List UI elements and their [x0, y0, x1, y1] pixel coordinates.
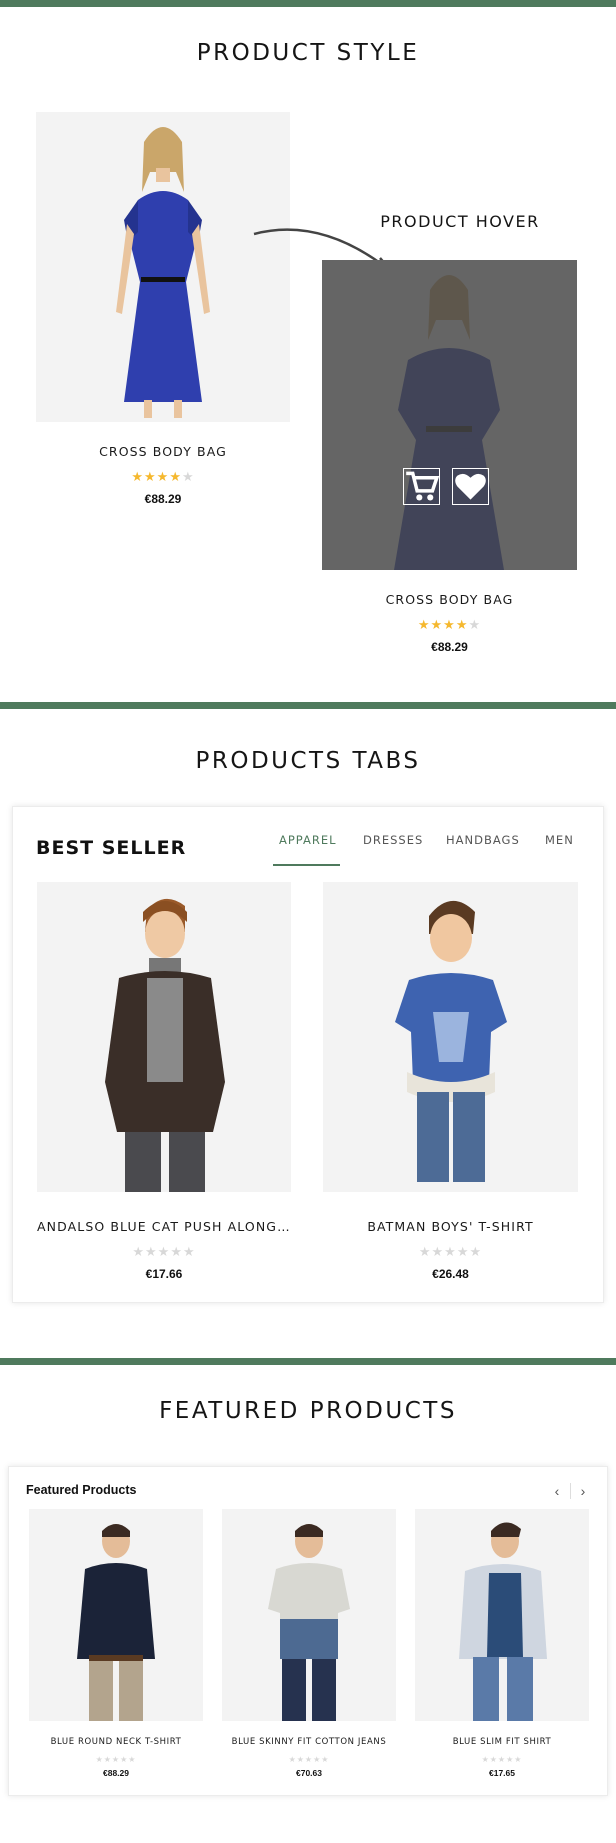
best-seller-card: BEST SELLER APPAREL DRESSES HANDBAGS MEN…: [12, 806, 604, 1303]
product-name[interactable]: BLUE ROUND NECK T-SHIRT: [29, 1737, 203, 1747]
rating-stars: ★★★★★: [288, 1755, 330, 1764]
tab-apparel[interactable]: APPAREL: [279, 833, 337, 847]
section-title-featured-products: FEATURED PRODUCTS: [159, 1398, 457, 1424]
product-image-man-shirt[interactable]: [29, 1509, 203, 1721]
product-name[interactable]: BATMAN BOYS' T-SHIRT: [323, 1219, 578, 1234]
cart-icon: [406, 471, 439, 501]
section-divider: [0, 702, 616, 709]
product-price: €88.29: [431, 640, 468, 654]
arrow-divider: [570, 1483, 571, 1499]
product-price: €70.63: [296, 1768, 322, 1778]
section-divider: [0, 0, 616, 7]
rating-stars: ★★★★★: [131, 469, 195, 484]
product-price: €26.48: [432, 1267, 469, 1281]
tab-dresses[interactable]: DRESSES: [363, 833, 423, 847]
product-price: €17.66: [145, 1267, 183, 1281]
active-tab-underline: [273, 864, 340, 866]
chevron-left-icon[interactable]: ‹: [549, 1483, 565, 1499]
product-image-man-slim-shirt[interactable]: [415, 1509, 589, 1721]
rating-stars: ★★★★★: [481, 1755, 523, 1764]
product-image-boy-tshirt[interactable]: [323, 882, 578, 1192]
tab-men[interactable]: MEN: [545, 833, 574, 847]
product-price: €88.29: [144, 492, 182, 506]
rating-stars: ★★★★★: [95, 1755, 137, 1764]
hover-overlay: [322, 260, 577, 570]
product-name[interactable]: CROSS BODY BAG: [322, 592, 577, 607]
product-image-man-tshirt[interactable]: [222, 1509, 396, 1721]
product-image-dress-hover[interactable]: [322, 260, 577, 570]
rating-stars: ★★★★★: [132, 1244, 196, 1259]
chevron-right-icon[interactable]: ›: [575, 1483, 591, 1499]
product-name[interactable]: ANDALSO BLUE CAT PUSH ALONG C...: [37, 1219, 291, 1234]
product-name[interactable]: BLUE SKINNY FIT COTTON JEANS: [222, 1737, 396, 1747]
product-name[interactable]: CROSS BODY BAG: [36, 444, 290, 459]
section-divider: [0, 1358, 616, 1365]
featured-products-card: Featured Products ‹ › BLUE ROUND NECK T-…: [8, 1466, 608, 1796]
rating-stars: ★★★★★: [418, 1244, 483, 1259]
card-heading: Featured Products: [26, 1483, 137, 1497]
section-title-products-tabs: PRODUCTS TABS: [195, 748, 421, 774]
tab-handbags[interactable]: HANDBAGS: [446, 833, 520, 847]
heart-icon: [455, 473, 486, 500]
product-price: €17.65: [489, 1768, 515, 1778]
add-to-cart-button[interactable]: [403, 468, 440, 505]
product-price: €88.29: [103, 1768, 129, 1778]
product-hover-label: PRODUCT HOVER: [380, 212, 540, 231]
rating-stars: ★★★★★: [417, 617, 482, 632]
wishlist-button[interactable]: [452, 468, 489, 505]
section-title-product-style: PRODUCT STYLE: [196, 40, 420, 66]
product-name[interactable]: BLUE SLIM FIT SHIRT: [415, 1737, 589, 1747]
card-heading: BEST SELLER: [36, 837, 187, 859]
product-image-boy-jacket[interactable]: [37, 882, 291, 1192]
